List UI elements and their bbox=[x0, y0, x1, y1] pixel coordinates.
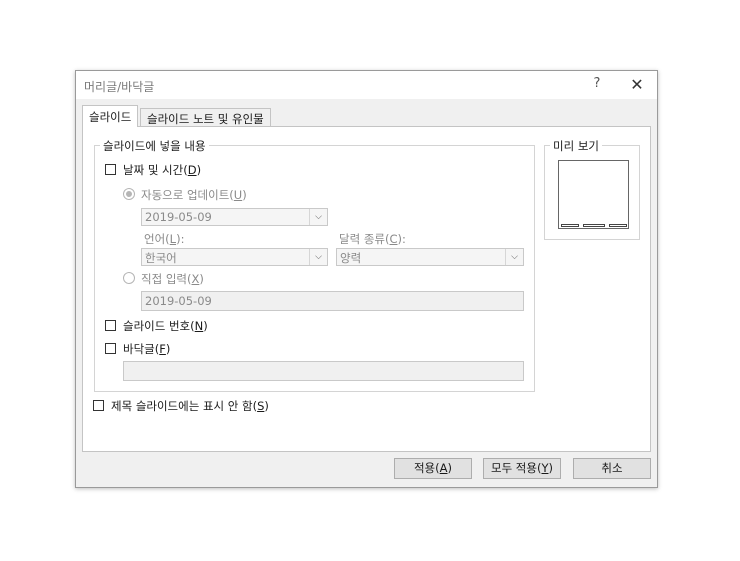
preview-date-placeholder bbox=[561, 224, 579, 227]
slide-preview bbox=[558, 160, 629, 229]
auto-update-radio[interactable] bbox=[123, 188, 135, 200]
chevron-down-icon: ⌵ bbox=[505, 249, 523, 265]
footer-accel: F bbox=[159, 342, 166, 356]
fixed-accel: X bbox=[191, 272, 200, 286]
auto-date-select[interactable]: 2019-05-09 ⌵ bbox=[141, 208, 328, 226]
slide-number-text: 슬라이드 번호 bbox=[123, 319, 191, 333]
chevron-down-icon: ⌵ bbox=[309, 209, 327, 225]
title-bar: 머리글/바닥글 ? ✕ bbox=[76, 71, 657, 99]
apply-all-text: 모두 적용 bbox=[490, 461, 537, 475]
language-select[interactable]: 한국어 ⌵ bbox=[141, 248, 328, 266]
fixed-text: 직접 입력 bbox=[141, 272, 187, 286]
dont-show-title-accel: S bbox=[257, 399, 265, 413]
help-button[interactable]: ? bbox=[590, 76, 604, 91]
date-time-text: 날짜 및 시간 bbox=[123, 163, 184, 177]
fixed-date-value: 2019-05-09 bbox=[145, 294, 212, 308]
apply-all-button[interactable]: 모두 적용(Y) bbox=[483, 458, 561, 479]
cancel-text: 취소 bbox=[601, 461, 623, 475]
auto-update-label[interactable]: 자동으로 업데이트(U) bbox=[141, 187, 247, 203]
calendar-value: 양력 bbox=[340, 251, 362, 265]
slide-number-label[interactable]: 슬라이드 번호(N) bbox=[123, 318, 208, 334]
fixed-radio[interactable] bbox=[123, 272, 135, 284]
calendar-text: 달력 종류 bbox=[339, 232, 385, 246]
cancel-button[interactable]: 취소 bbox=[573, 458, 651, 479]
apply-text: 적용 bbox=[413, 461, 436, 475]
auto-date-value: 2019-05-09 bbox=[145, 210, 212, 224]
apply-all-accel: Y bbox=[541, 461, 549, 475]
apply-accel: A bbox=[439, 461, 448, 475]
footer-checkbox[interactable] bbox=[105, 343, 116, 354]
date-time-label[interactable]: 날짜 및 시간(D) bbox=[123, 162, 201, 178]
preview-number-placeholder bbox=[609, 224, 627, 227]
content-group-legend: 슬라이드에 넣을 내용 bbox=[100, 138, 209, 154]
tab-notes-handouts[interactable]: 슬라이드 노트 및 유인물 bbox=[140, 108, 271, 127]
footer-text-field[interactable] bbox=[123, 361, 524, 381]
dialog-title: 머리글/바닥글 bbox=[84, 80, 155, 94]
auto-update-text: 자동으로 업데이트 bbox=[141, 188, 230, 202]
footer-text: 바닥글 bbox=[123, 342, 155, 356]
footer-label[interactable]: 바닥글(F) bbox=[123, 341, 170, 357]
fixed-date-field[interactable]: 2019-05-09 bbox=[141, 291, 524, 311]
slide-number-checkbox[interactable] bbox=[105, 320, 116, 331]
preview-legend: 미리 보기 bbox=[550, 138, 602, 154]
tab-slide[interactable]: 슬라이드 bbox=[82, 105, 139, 127]
calendar-label: 달력 종류(C): bbox=[339, 232, 406, 246]
auto-update-accel: U bbox=[233, 188, 243, 202]
dont-show-title-label[interactable]: 제목 슬라이드에는 표시 안 함(S) bbox=[111, 398, 269, 414]
date-time-accel: D bbox=[187, 163, 197, 177]
preview-footer-placeholder bbox=[583, 224, 605, 227]
dont-show-title-checkbox[interactable] bbox=[93, 400, 104, 411]
close-button[interactable]: ✕ bbox=[627, 75, 647, 95]
language-text: 언어 bbox=[144, 232, 166, 246]
language-label: 언어(L): bbox=[144, 232, 185, 246]
language-value: 한국어 bbox=[145, 251, 177, 265]
radio-dot bbox=[126, 191, 132, 197]
fixed-label[interactable]: 직접 입력(X) bbox=[141, 271, 204, 287]
calendar-select[interactable]: 양력 ⌵ bbox=[336, 248, 524, 266]
slide-number-accel: N bbox=[194, 319, 204, 333]
calendar-accel: C bbox=[389, 232, 398, 246]
date-time-checkbox[interactable] bbox=[105, 164, 116, 175]
dont-show-title-text: 제목 슬라이드에는 표시 안 함 bbox=[111, 399, 253, 413]
language-accel: L bbox=[169, 232, 177, 246]
chevron-down-icon: ⌵ bbox=[309, 249, 327, 265]
apply-button[interactable]: 적용(A) bbox=[394, 458, 472, 479]
